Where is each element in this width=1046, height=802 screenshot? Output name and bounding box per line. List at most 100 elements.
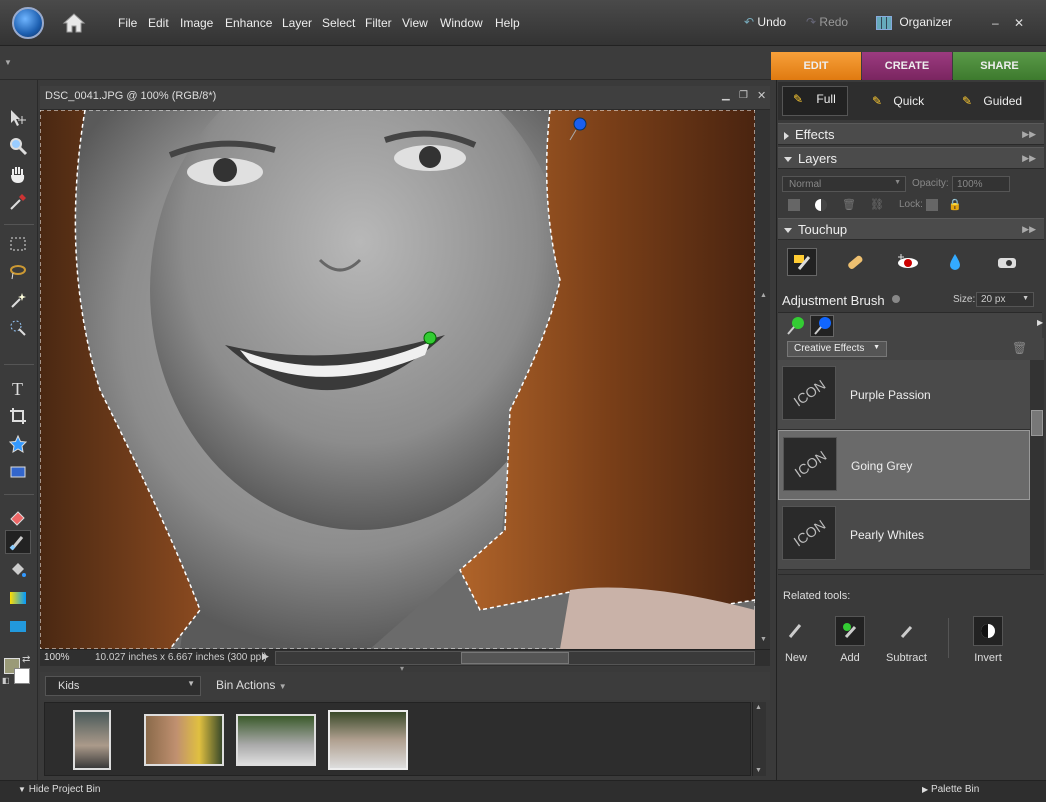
album-select[interactable]: Kids ▼: [45, 676, 201, 696]
lock-transparency-icon[interactable]: [926, 199, 938, 211]
effects-panel-header[interactable]: Effects ▶▶: [778, 123, 1044, 145]
bin-thumbnail[interactable]: [73, 710, 111, 770]
background-color-swatch[interactable]: [14, 668, 30, 684]
tab-guided[interactable]: ✎ Guided: [962, 89, 1022, 117]
panel-expand-arrow[interactable]: ▶: [1037, 318, 1043, 327]
menu-edit[interactable]: Edit: [148, 16, 169, 30]
shape-tool-icon[interactable]: [5, 614, 31, 638]
menu-layer[interactable]: Layer: [282, 16, 312, 30]
document-info: 10.027 inches x 6.667 inches (300 ppi): [95, 652, 267, 663]
magic-wand-tool-icon[interactable]: [5, 288, 31, 312]
swap-colors-icon[interactable]: ⇄: [22, 654, 30, 665]
menu-select[interactable]: Select: [322, 16, 355, 30]
straighten-tool-icon[interactable]: [5, 460, 31, 484]
menu-filter[interactable]: Filter: [365, 16, 392, 30]
bin-scrollbar[interactable]: ▲ ▼: [752, 702, 766, 776]
effect-category-select[interactable]: Creative Effects ▼: [787, 341, 887, 357]
lock-icon[interactable]: 🔒: [948, 198, 962, 211]
panel-menu-icon[interactable]: ▶▶: [1022, 219, 1036, 240]
options-collapse-icon[interactable]: ▼: [4, 58, 12, 67]
red-eye-removal-icon[interactable]: [893, 248, 923, 276]
gradient-tool-icon[interactable]: [5, 586, 31, 610]
tab-edit[interactable]: EDIT: [771, 52, 861, 80]
marquee-tool-icon[interactable]: [5, 232, 31, 256]
eyedropper-tool-icon[interactable]: [5, 190, 31, 214]
effect-item[interactable]: ICON Purple Passion: [778, 360, 1030, 430]
sponge-tool-icon[interactable]: [992, 248, 1022, 276]
doc-restore-button[interactable]: ❐: [739, 90, 748, 101]
remove-selection-pin-icon[interactable]: [810, 315, 834, 337]
opacity-label: Opacity:: [912, 178, 949, 189]
effect-item[interactable]: ICON Pearly Whites: [778, 500, 1030, 570]
opacity-input[interactable]: 100%: [952, 176, 1010, 192]
scroll-down-arrow[interactable]: ▼: [760, 636, 767, 643]
chevron-down-icon: [784, 228, 792, 234]
palette-resize-scrollbar[interactable]: [755, 286, 770, 630]
help-icon[interactable]: [892, 295, 900, 303]
zoom-tool-icon[interactable]: [5, 134, 31, 158]
menu-help[interactable]: Help: [495, 16, 520, 30]
app-logo-icon[interactable]: [12, 7, 44, 39]
undo-button[interactable]: ↶ Undo: [744, 15, 786, 29]
menu-file[interactable]: File: [118, 16, 137, 30]
healing-brush-icon[interactable]: [840, 248, 870, 276]
quick-selection-tool-icon[interactable]: [5, 316, 31, 340]
menu-view[interactable]: View: [402, 16, 428, 30]
eraser-tool-icon[interactable]: [5, 504, 31, 528]
default-colors-icon[interactable]: ◧: [2, 676, 10, 685]
zoom-level[interactable]: 100%: [44, 652, 70, 663]
related-tool-new[interactable]: New: [776, 616, 816, 664]
scroll-up-arrow[interactable]: ▲: [760, 292, 767, 299]
canvas-horizontal-scrollbar[interactable]: [275, 651, 755, 665]
brush-size-input[interactable]: 20 px ▼: [976, 292, 1034, 307]
menu-window[interactable]: Window: [440, 16, 483, 30]
adjustment-brush-icon[interactable]: [787, 248, 817, 276]
hide-project-bin-button[interactable]: ▼ Hide Project Bin: [18, 784, 100, 795]
link-icon[interactable]: ⛓: [870, 198, 884, 211]
doc-close-button[interactable]: ✕: [757, 89, 766, 102]
bin-thumbnail[interactable]: [236, 714, 316, 766]
bin-thumbnail-selected[interactable]: [328, 710, 408, 770]
status-menu-arrow[interactable]: ▶: [262, 651, 269, 662]
related-tool-invert[interactable]: Invert: [968, 616, 1008, 664]
blend-mode-select[interactable]: Normal ▼: [782, 176, 906, 192]
bin-actions-menu[interactable]: Bin Actions ▼: [216, 678, 287, 692]
touchup-panel-header[interactable]: Touchup ▶▶: [778, 218, 1044, 240]
doc-minimize-button[interactable]: ▁: [722, 90, 730, 101]
blur-tool-icon[interactable]: [940, 248, 970, 276]
tab-create[interactable]: CREATE: [862, 52, 952, 80]
adjustment-layer-icon[interactable]: [815, 199, 827, 211]
palette-bin-button[interactable]: ▶ Palette Bin: [922, 784, 979, 795]
tab-share[interactable]: SHARE: [953, 52, 1046, 80]
trash-icon[interactable]: 🗑: [842, 198, 856, 211]
crop-tool-icon[interactable]: [5, 404, 31, 428]
related-tool-subtract[interactable]: Subtract: [886, 616, 927, 664]
organizer-button[interactable]: Organizer: [876, 15, 952, 30]
menu-enhance[interactable]: Enhance: [225, 16, 272, 30]
close-button[interactable]: ✕: [1014, 16, 1024, 30]
image-canvas[interactable]: [40, 110, 755, 649]
minimize-button[interactable]: –: [992, 16, 999, 30]
bin-thumbnail[interactable]: [144, 714, 224, 766]
layers-panel-header[interactable]: Layers ▶▶: [778, 147, 1044, 169]
hand-tool-icon[interactable]: [5, 162, 31, 186]
panel-menu-icon[interactable]: ▶▶: [1022, 148, 1036, 169]
move-tool-icon[interactable]: [5, 106, 31, 130]
effects-list-scrollbar[interactable]: [1030, 360, 1044, 570]
type-tool-icon[interactable]: T: [5, 376, 31, 400]
effect-item-selected[interactable]: ICON Going Grey: [778, 430, 1030, 500]
cookie-cutter-tool-icon[interactable]: [5, 432, 31, 456]
paint-bucket-tool-icon[interactable]: [5, 558, 31, 582]
lasso-tool-icon[interactable]: [5, 260, 31, 284]
tab-quick[interactable]: ✎ Quick: [872, 89, 924, 117]
brush-tool-icon[interactable]: [5, 530, 31, 554]
redo-button[interactable]: ↷ Redo: [806, 15, 848, 29]
panel-menu-icon[interactable]: ▶▶: [1022, 124, 1036, 145]
related-tool-add[interactable]: Add: [830, 616, 870, 664]
tab-full[interactable]: ✎ Full: [782, 86, 848, 116]
add-selection-pin-icon[interactable]: [784, 316, 806, 336]
menu-image[interactable]: Image: [180, 16, 213, 30]
home-icon[interactable]: [60, 9, 88, 37]
trash-icon[interactable]: 🗑: [1012, 341, 1027, 355]
new-layer-icon[interactable]: [788, 199, 800, 211]
